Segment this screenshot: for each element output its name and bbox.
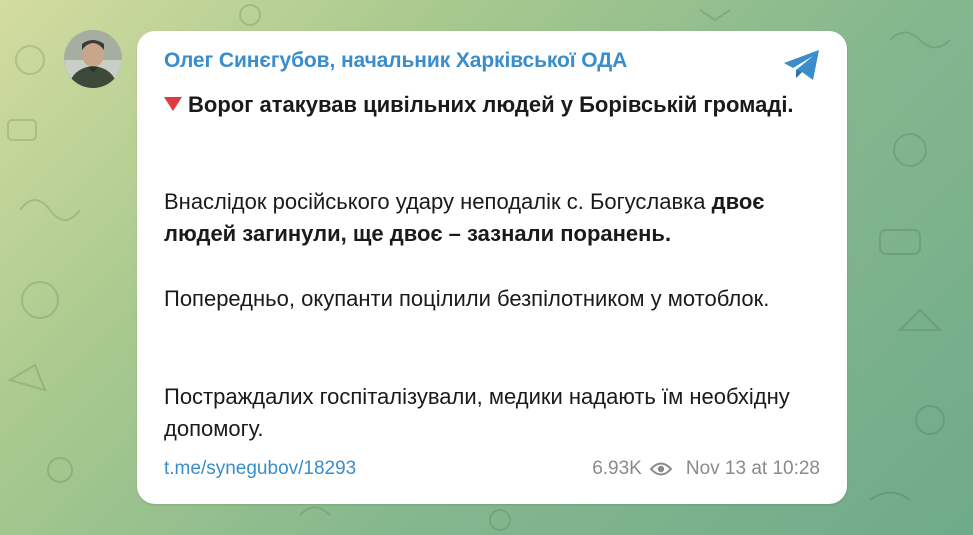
- author-name[interactable]: Олег Синєгубов, начальник Харківської ОД…: [164, 49, 627, 73]
- drone-paragraph: Попередньо, окупанти поцілили безпілотни…: [164, 286, 770, 311]
- red-down-triangle-icon: [164, 97, 182, 111]
- message-meta: 6.93K Nov 13 at 10:28: [592, 458, 820, 480]
- post-link[interactable]: t.me/synegubov/18293: [164, 458, 356, 480]
- message-bubble: Олег Синєгубов, начальник Харківської ОД…: [137, 31, 847, 504]
- headline-paragraph: Ворог атакував цивільних людей у Борівсь…: [164, 89, 814, 121]
- telegram-icon[interactable]: [782, 48, 822, 82]
- message-footer: t.me/synegubov/18293 6.93K Nov 13 at 10:…: [164, 458, 820, 484]
- avatar-photo: [64, 30, 122, 88]
- author-avatar[interactable]: [64, 30, 122, 88]
- casualties-text: Внаслідок російського удару неподалік с.…: [164, 189, 712, 214]
- view-count: 6.93K: [592, 458, 642, 479]
- casualties-paragraph: Внаслідок російського удару неподалік с.…: [164, 186, 814, 250]
- eye-icon: [649, 462, 672, 476]
- hospital-paragraph: Постраждалих госпіталізували, медики над…: [164, 384, 790, 441]
- message-date: Nov 13 at 10:28: [685, 458, 820, 479]
- headline-text: Ворог атакував цивільних людей у Борівсь…: [188, 92, 794, 117]
